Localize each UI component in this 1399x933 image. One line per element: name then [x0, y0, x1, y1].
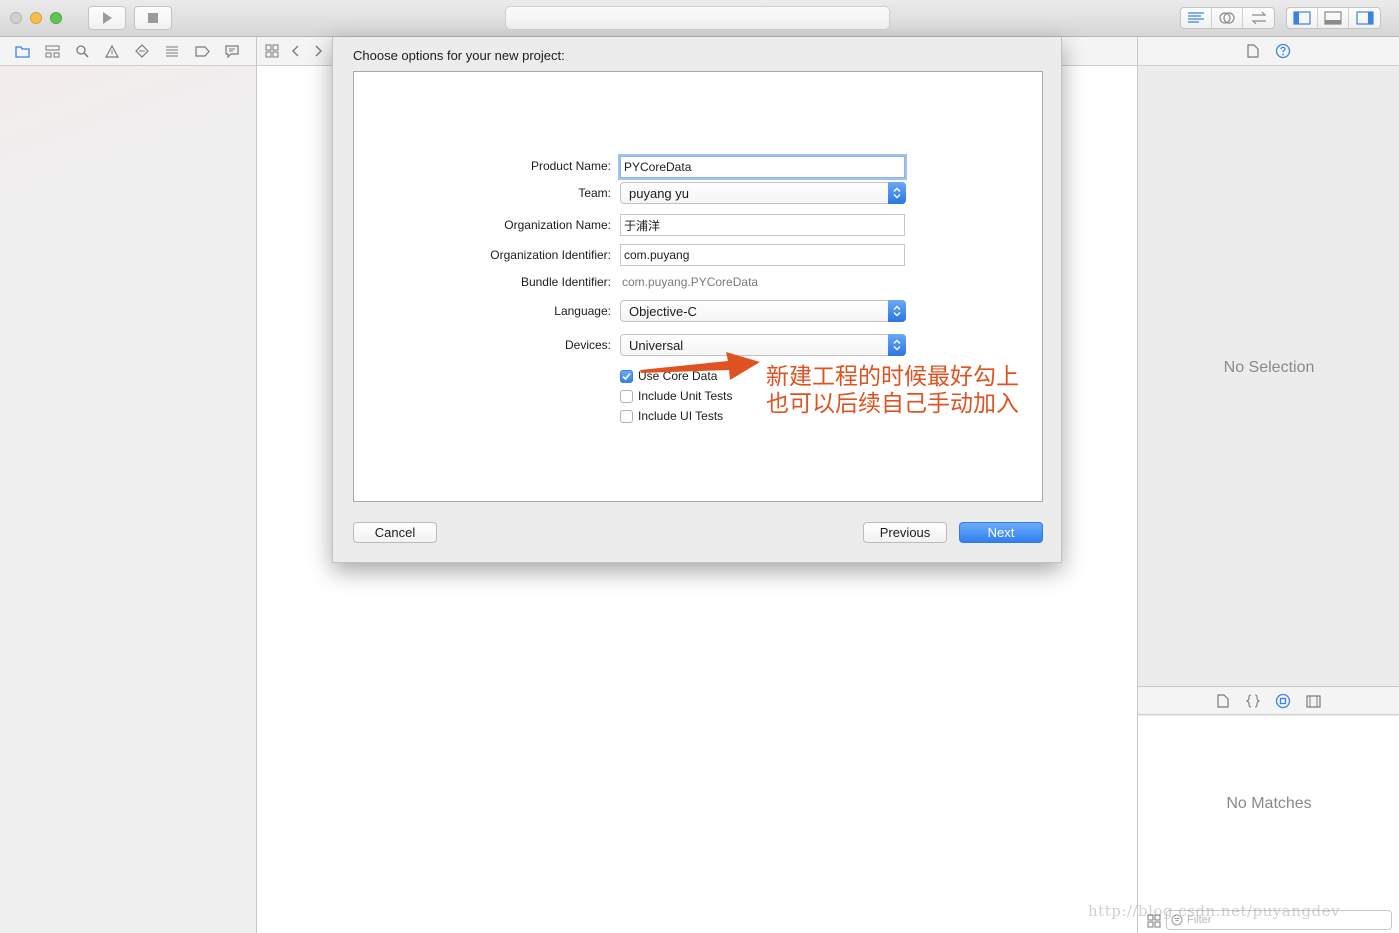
- standard-editor-icon[interactable]: [1181, 8, 1212, 28]
- go-back-icon[interactable]: [288, 43, 304, 59]
- new-project-options-sheet: Choose options for your new project: Pro…: [332, 37, 1062, 563]
- chevron-up-down-icon: [888, 334, 906, 356]
- file-inspector-icon[interactable]: [1245, 43, 1261, 59]
- organization-identifier-field[interactable]: [620, 244, 905, 266]
- annotation-line-1: 新建工程的时候最好勾上: [766, 364, 1019, 390]
- object-library-icon[interactable]: [1275, 693, 1291, 709]
- utilities-area: No Selection No Matches: [1137, 37, 1399, 933]
- debug-navigator-icon[interactable]: [164, 43, 180, 59]
- symbol-navigator-icon[interactable]: [44, 43, 60, 59]
- bundle-identifier-label: Bundle Identifier:: [520, 275, 611, 289]
- organization-name-label: Organization Name:: [504, 218, 611, 232]
- options-panel: Product Name: Team: Organization Name: O…: [353, 71, 1043, 502]
- checkmark-icon: [622, 372, 631, 380]
- product-name-field[interactable]: [620, 156, 905, 178]
- test-navigator-icon[interactable]: [134, 43, 150, 59]
- include-unit-tests-checkbox[interactable]: [620, 389, 633, 403]
- organization-identifier-label: Organization Identifier:: [490, 248, 611, 262]
- language-popup[interactable]: Objective-C: [620, 300, 906, 322]
- quick-help-icon[interactable]: [1275, 43, 1291, 59]
- next-button[interactable]: Next: [959, 522, 1043, 543]
- chevron-up-down-icon: [888, 300, 906, 322]
- navigator-area: [0, 37, 257, 933]
- editor-mode-control[interactable]: [1180, 7, 1275, 29]
- library-selector-bar: [1138, 686, 1399, 715]
- breakpoint-navigator-icon[interactable]: [194, 43, 210, 59]
- chevron-up-down-icon: [888, 182, 906, 204]
- include-ui-tests-option[interactable]: Include UI Tests: [620, 408, 723, 424]
- team-value: puyang yu: [629, 186, 689, 201]
- inspector-selector-bar: [1138, 37, 1399, 66]
- sheet-title: Choose options for your new project:: [353, 48, 565, 63]
- annotation-text: 新建工程的时候最好勾上 也可以后续自己手动加入: [766, 364, 1041, 418]
- include-ui-tests-label: Include UI Tests: [638, 409, 724, 423]
- bundle-identifier-value: com.puyang.PYCoreData: [622, 275, 759, 289]
- code-snippet-icon[interactable]: [1245, 693, 1261, 709]
- annotation-line-2: 也可以后续自己手动加入: [766, 391, 1019, 417]
- navigator-selector-bar: [0, 37, 256, 66]
- window-toolbar: [0, 0, 1399, 37]
- play-icon: [103, 12, 112, 24]
- run-button[interactable]: [88, 6, 126, 30]
- close-window-button[interactable]: [10, 12, 22, 24]
- stop-button[interactable]: [134, 6, 172, 30]
- organization-name-field[interactable]: [620, 214, 905, 236]
- watermark: http://blog.csdn.net/puyangdev: [1088, 902, 1340, 920]
- no-selection-label: No Selection: [1223, 359, 1315, 376]
- cancel-button[interactable]: Cancel: [353, 522, 437, 543]
- include-unit-tests-option[interactable]: Include Unit Tests: [620, 388, 733, 404]
- report-navigator-icon[interactable]: [224, 43, 240, 59]
- zoom-window-button[interactable]: [50, 12, 62, 24]
- assistant-editor-icon[interactable]: [1212, 8, 1243, 28]
- minimize-window-button[interactable]: [30, 12, 42, 24]
- version-editor-icon[interactable]: [1243, 8, 1274, 28]
- issue-navigator-icon[interactable]: [104, 43, 120, 59]
- devices-label: Devices:: [564, 338, 611, 352]
- project-navigator-icon[interactable]: [14, 43, 30, 59]
- find-navigator-icon[interactable]: [74, 43, 90, 59]
- right-panel-icon[interactable]: [1349, 8, 1380, 28]
- include-ui-tests-checkbox[interactable]: [620, 409, 633, 423]
- go-forward-icon[interactable]: [310, 43, 326, 59]
- language-value: Objective-C: [629, 304, 697, 319]
- language-label: Language:: [554, 304, 611, 318]
- use-core-data-checkbox[interactable]: [620, 369, 633, 383]
- left-panel-icon[interactable]: [1287, 8, 1318, 28]
- bottom-panel-icon[interactable]: [1318, 8, 1349, 28]
- panel-visibility-control[interactable]: [1286, 7, 1381, 29]
- annotation-arrow-icon: [640, 352, 760, 380]
- activity-viewer: [505, 6, 890, 30]
- product-name-label: Product Name:: [530, 159, 611, 173]
- file-template-icon[interactable]: [1215, 693, 1231, 709]
- related-items-icon[interactable]: [264, 43, 280, 59]
- team-popup[interactable]: puyang yu: [620, 182, 906, 204]
- library-list: [1138, 716, 1399, 933]
- media-library-icon[interactable]: [1305, 693, 1321, 709]
- team-label: Team:: [578, 186, 611, 200]
- stop-icon: [148, 13, 158, 23]
- previous-button[interactable]: Previous: [863, 522, 947, 543]
- no-matches-label: No Matches: [1226, 795, 1312, 812]
- include-unit-tests-label: Include Unit Tests: [638, 389, 733, 403]
